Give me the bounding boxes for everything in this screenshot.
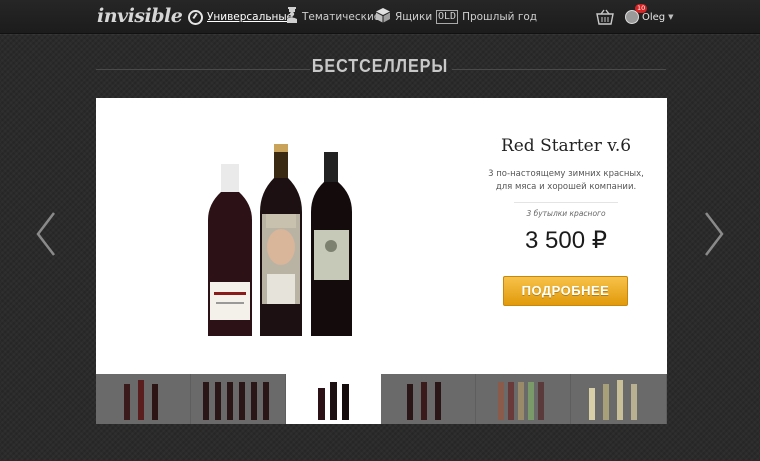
thumbnail-item[interactable] xyxy=(381,374,476,424)
product-price: 3 500 ₽ xyxy=(525,227,607,254)
thumbnail-strip xyxy=(96,374,667,424)
carousel-prev-arrow[interactable] xyxy=(34,210,58,258)
cart-icon[interactable] xyxy=(596,9,614,25)
user-menu[interactable]: 10 Oleg ▼ xyxy=(625,0,674,34)
nav-item-label: Прошлый год xyxy=(462,11,538,23)
nav-item-label: Универсальные xyxy=(207,11,294,23)
person-icon xyxy=(286,7,298,27)
thumbnail-item[interactable] xyxy=(286,374,381,424)
thumbnail-item[interactable] xyxy=(191,374,286,424)
carousel-next-arrow[interactable] xyxy=(702,210,726,258)
thumbnail-item[interactable] xyxy=(476,374,571,424)
box-icon xyxy=(375,7,391,27)
chevron-down-icon: ▼ xyxy=(668,13,674,21)
notification-badge: 10 xyxy=(635,4,648,13)
user-name: Oleg xyxy=(642,11,666,23)
product-subtitle: 3 бутылки красного xyxy=(526,209,606,218)
nav-item-boxes[interactable]: Ящики xyxy=(375,0,432,34)
old-icon: OLD xyxy=(436,10,459,24)
nav-item-label: Тематические xyxy=(302,11,381,23)
avatar: 10 xyxy=(625,4,648,24)
product-image xyxy=(206,142,366,338)
divider xyxy=(514,202,618,203)
nav-item-last-year[interactable]: OLD Прошлый год xyxy=(436,0,537,34)
more-details-button[interactable]: ПОДРОБНЕЕ xyxy=(503,276,628,306)
heading-rule-right xyxy=(452,69,666,70)
nav-item-thematic[interactable]: Тематические xyxy=(286,0,380,34)
product-slide: Red Starter v.6 3 по-настоящему зимних к… xyxy=(96,98,667,374)
product-description: 3 по-настоящему зимних красных, для мяса… xyxy=(488,169,644,192)
nav-item-universal[interactable]: Универсальные xyxy=(188,0,293,34)
top-navigation-bar: invisible Универсальные Тематические Ящи… xyxy=(0,0,760,34)
thumbnail-item[interactable] xyxy=(571,374,667,424)
product-title: Red Starter v.6 xyxy=(500,136,632,156)
section-title: БЕСТСЕЛЛЕРЫ xyxy=(311,56,449,76)
brand-logo[interactable]: invisible xyxy=(97,5,183,27)
nav-item-label: Ящики xyxy=(395,11,433,23)
compass-icon xyxy=(188,9,203,25)
thumbnail-item[interactable] xyxy=(96,374,191,424)
